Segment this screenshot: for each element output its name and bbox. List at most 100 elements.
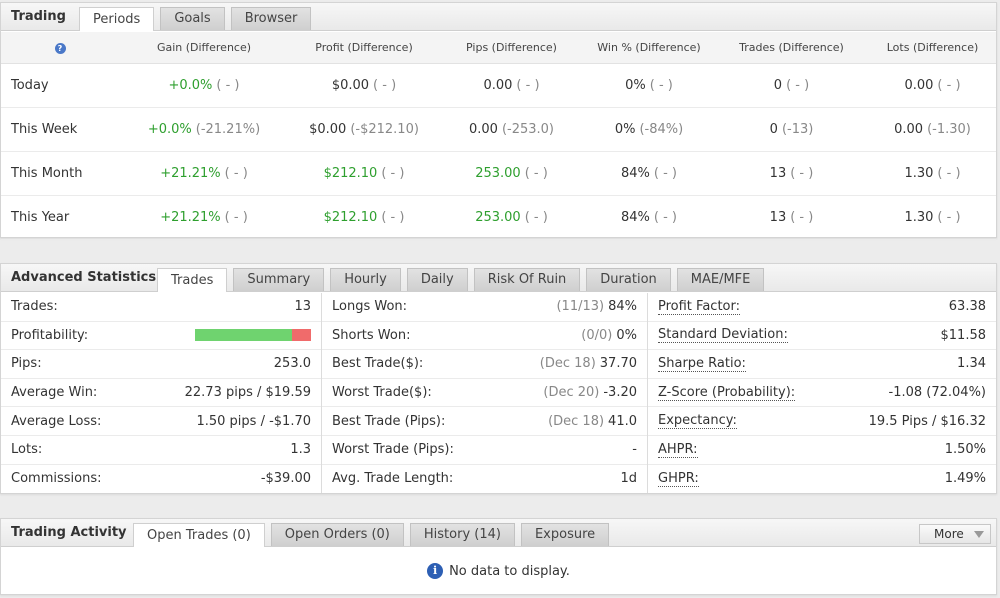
stat-value: 1.3 (290, 442, 311, 458)
cell-difference: ( - ) (516, 78, 540, 93)
trading-header: Trading Periods Goals Browser (1, 3, 996, 31)
cell-pips: 253.00( - ) (439, 210, 584, 225)
cell-gain: +0.0%( - ) (119, 78, 289, 93)
cell-difference: ( - ) (381, 210, 405, 225)
help-icon[interactable]: ? (54, 43, 66, 54)
stat-row: Trades: 13 (1, 293, 321, 322)
periods-header-row: ? Gain (Difference) Profit (Difference) … (1, 32, 996, 64)
stat-row: Pips: 253.0 (1, 350, 321, 379)
stat-note: (0/0) (581, 327, 613, 343)
stat-row: Worst Trade (Pips): - (322, 436, 647, 465)
tab-mae-mfe[interactable]: MAE/MFE (676, 268, 765, 291)
stat-value: 13 (294, 299, 311, 315)
stat-value-group: (Dec 20) -3.20 (543, 385, 637, 400)
stat-row: Longs Won: (11/13) 84% (322, 293, 647, 322)
tab-open-trades[interactable]: Open Trades (0) (133, 523, 265, 547)
cell-difference: ( - ) (786, 78, 810, 93)
period-label: Today (11, 78, 49, 93)
tab-duration[interactable]: Duration (586, 268, 671, 291)
trading-tabs: Periods Goals Browser (79, 7, 317, 31)
stat-label[interactable]: Z-Score (Probability): (658, 385, 796, 401)
stat-label: Pips: (11, 356, 42, 372)
cell-value: 1.30 (904, 166, 934, 181)
stat-label[interactable]: Profit Factor: (658, 299, 740, 315)
chevron-down-icon (974, 531, 984, 538)
cell-profit: $212.10( - ) (289, 210, 439, 225)
profitability-win-fill (195, 329, 293, 342)
stat-value: 22.73 pips / $19.59 (184, 385, 311, 401)
cell-difference: ( - ) (524, 166, 548, 181)
stat-label: Worst Trade($): (332, 385, 432, 401)
stat-row: Average Win: 22.73 pips / $19.59 (1, 379, 321, 408)
tab-summary[interactable]: Summary (233, 268, 325, 291)
trading-panel: Trading Periods Goals Browser ? Gain (Di… (0, 2, 997, 240)
tab-periods[interactable]: Periods (79, 7, 155, 31)
stat-label: Trades: (11, 299, 58, 315)
advanced-title: Advanced Statistics (11, 270, 157, 285)
cell-difference: ( - ) (790, 166, 814, 181)
stat-value: -3.20 (603, 385, 637, 401)
stat-value: -1.08 (72.04%) (888, 385, 986, 401)
stat-value: -$39.00 (260, 471, 311, 487)
more-dropdown[interactable]: More (919, 524, 991, 544)
cell-difference: ( - ) (524, 210, 548, 225)
cell-value: 253.00 (475, 210, 521, 225)
stat-row: GHPR: 1.49% (648, 465, 996, 494)
period-row: This Week +0.0% (-21.21%) $0.00 (-$212.10) 0.… (1, 108, 996, 152)
tab-browser[interactable]: Browser (230, 7, 312, 30)
stat-value: 1.49% (944, 471, 986, 487)
tab-daily[interactable]: Daily (406, 268, 468, 291)
header-profit: Profit (Difference) (315, 41, 413, 54)
cell-value: 84% (620, 166, 650, 181)
profitability-bar (195, 329, 311, 342)
cell-value: $212.10 (323, 210, 378, 225)
stat-row: Best Trade (Pips): (Dec 18) 41.0 (322, 407, 647, 436)
more-label: More (934, 527, 964, 541)
period-label: This Month (11, 166, 83, 181)
period-row: Today +0.0%( - ) $0.00( - ) 0.00( - ) 0%( - … (1, 64, 996, 108)
cell-difference: ( - ) (224, 210, 248, 225)
tab-risk-of-ruin[interactable]: Risk Of Ruin (473, 268, 581, 291)
stats-grid: Trades: 13 Profitability: Pips: 253.0 Average… (1, 293, 996, 493)
stat-row: Sharpe Ratio: 1.34 (648, 350, 996, 379)
cell-difference: (-13) (781, 122, 814, 137)
stat-value: 1.50 pips / -$1.70 (196, 413, 311, 429)
stat-label[interactable]: Sharpe Ratio: (658, 356, 746, 372)
tab-exposure[interactable]: Exposure (520, 523, 610, 546)
cell-difference: ( - ) (653, 210, 677, 225)
cell-value: 0 (773, 78, 783, 93)
cell-trades: 0( - ) (714, 78, 869, 93)
activity-header: Trading Activity Open Trades (0) Open Or… (1, 519, 996, 547)
cell-value: $212.10 (323, 166, 378, 181)
tab-open-orders[interactable]: Open Orders (0) (270, 523, 404, 546)
no-data-message: i No data to display. (1, 548, 996, 594)
cell-value: 0.00 (894, 122, 924, 137)
header-gain: Gain (Difference) (156, 41, 252, 54)
tab-hourly[interactable]: Hourly (330, 268, 401, 291)
stat-row: Z-Score (Probability): -1.08 (72.04%) (648, 379, 996, 408)
cell-difference: ( - ) (653, 166, 677, 181)
stat-row: Profit Factor: 63.38 (648, 293, 996, 322)
cell-difference: ( - ) (649, 78, 673, 93)
cell-gain: +21.21%( - ) (119, 166, 289, 181)
cell-win: 0%( - ) (584, 78, 714, 93)
stat-note: (11/13) (556, 299, 605, 315)
stat-row: Shorts Won: (0/0) 0% (322, 322, 647, 351)
cell-trades: 13( - ) (714, 210, 869, 225)
tab-trades[interactable]: Trades (157, 268, 228, 292)
stat-label[interactable]: AHPR: (658, 442, 698, 458)
cell-value: 0.00 (468, 122, 498, 137)
tab-goals[interactable]: Goals (160, 7, 225, 30)
stat-label[interactable]: Standard Deviation: (658, 327, 788, 344)
stats-column-3: Profit Factor: 63.38 Standard Deviation: $1… (648, 293, 996, 493)
activity-title: Trading Activity (11, 525, 127, 540)
cell-value: $0.00 (309, 122, 347, 137)
period-label: This Year (11, 210, 70, 225)
stat-label[interactable]: GHPR: (658, 471, 699, 487)
cell-pips: 0.00( - ) (439, 78, 584, 93)
stat-value: - (632, 442, 637, 458)
stat-label: Best Trade (Pips): (332, 413, 446, 429)
stat-label[interactable]: Expectancy: (658, 413, 737, 430)
tab-history[interactable]: History (14) (409, 523, 515, 546)
cell-value: 253.00 (475, 166, 521, 181)
